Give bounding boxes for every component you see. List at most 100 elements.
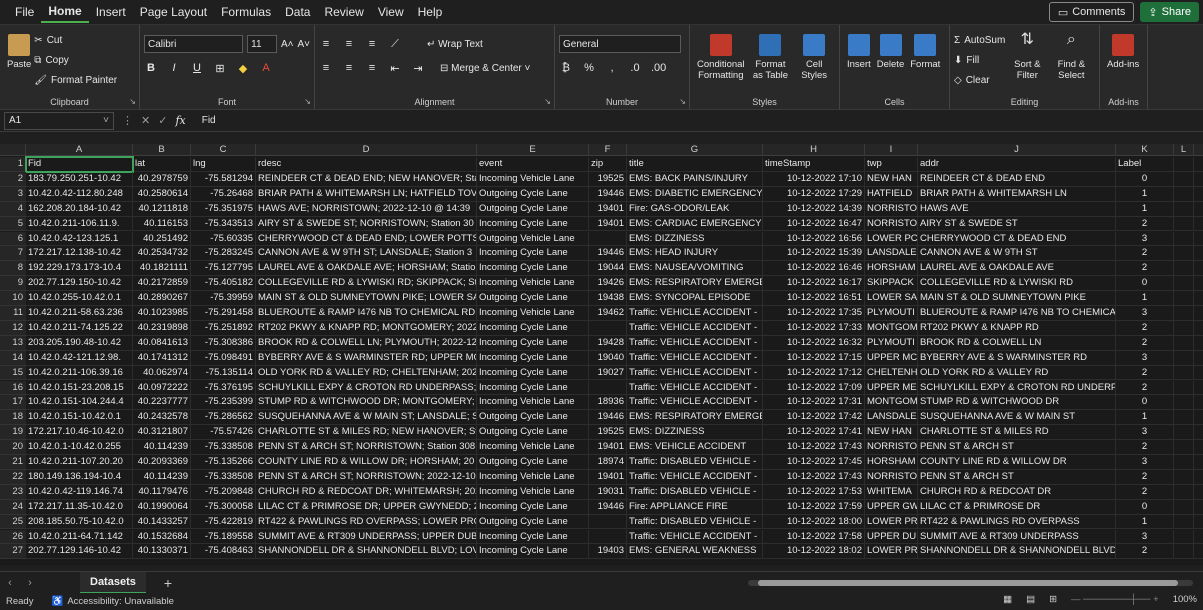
table-cell[interactable]: PENN ST & ARCH ST; NORRISTOWN; 2022-12-1… xyxy=(256,469,477,485)
spreadsheet-grid[interactable]: A B C D E F G H I J K L 1 Fid lat lng rdesc event zip title… xyxy=(0,144,1203,565)
table-cell[interactable]: 0 xyxy=(1116,171,1174,187)
table-cell[interactable]: BLUEROUTE & RAMP I476 NB TO CHEMICAL xyxy=(918,306,1116,321)
orientation-icon[interactable]: ⟋ xyxy=(388,38,402,51)
table-cell[interactable] xyxy=(589,380,627,396)
horizontal-scrollbar[interactable] xyxy=(748,580,1193,586)
table-cell[interactable]: 19403 xyxy=(589,544,627,560)
table-cell[interactable]: CHERRYWOOD CT & DEAD END; LOWER POTTS xyxy=(256,231,477,247)
menu-insert[interactable]: Insert xyxy=(89,0,133,24)
row-header[interactable]: 16 xyxy=(0,380,26,396)
scrollbar-thumb[interactable] xyxy=(758,580,1178,586)
table-cell[interactable]: 162.208.20.184-10.42 xyxy=(26,201,133,217)
table-cell[interactable]: REINDEER CT & DEAD END xyxy=(918,171,1116,187)
row-header[interactable]: 7 xyxy=(0,246,26,262)
table-cell[interactable]: PLYMOUTI xyxy=(865,335,918,351)
menu-file[interactable]: File xyxy=(8,0,41,24)
table-cell[interactable]: NORRISTO xyxy=(865,440,918,455)
clear-button[interactable]: ◇ Clear xyxy=(954,70,1005,90)
table-cell[interactable]: 19438 xyxy=(589,291,627,306)
decrease-decimal-icon[interactable]: .00 xyxy=(651,62,666,74)
table-cell[interactable] xyxy=(589,514,627,530)
table-cell[interactable]: UPPER GW xyxy=(865,499,918,515)
table-cell[interactable] xyxy=(1174,186,1194,202)
number-format-dropdown[interactable]: General xyxy=(559,35,681,53)
table-cell[interactable]: SUSQUEHANNA AVE & W MAIN ST; LANSDALE; S xyxy=(256,410,477,426)
table-cell[interactable]: 202.77.129.150-10.42 xyxy=(26,276,133,292)
table-cell[interactable]: Traffic: VEHICLE ACCIDENT - xyxy=(627,529,763,545)
table-cell[interactable]: Incoming Vehicle Lane xyxy=(477,395,589,411)
table-cell[interactable]: 10.42.0.1-10.42.0.255 xyxy=(26,440,133,455)
table-cell[interactable]: COLLEGEVILLE RD & LYWISKI RD xyxy=(918,276,1116,292)
comments-button[interactable]: ▭ Comments xyxy=(1048,2,1135,22)
column-header[interactable]: K xyxy=(1116,144,1174,156)
align-right-icon[interactable]: ≡ xyxy=(365,62,379,74)
table-cell[interactable]: 2 xyxy=(1116,484,1174,500)
fill-button[interactable]: ⬇ Fill xyxy=(954,50,1005,70)
table-cell[interactable]: 10-12-2022 16:47 xyxy=(763,216,865,232)
align-middle-icon[interactable]: ≡ xyxy=(342,38,356,50)
cell-styles-button[interactable]: Cell Styles xyxy=(796,28,832,81)
table-cell[interactable]: -75.405182 xyxy=(191,276,256,292)
table-cell[interactable]: 19040 xyxy=(589,350,627,366)
table-cell[interactable]: 2 xyxy=(1116,440,1174,455)
table-cell[interactable]: 40.251492 xyxy=(133,231,191,247)
table-cell[interactable]: -75.098491 xyxy=(191,350,256,366)
table-cell[interactable]: 1 xyxy=(1116,291,1174,306)
table-cell[interactable] xyxy=(1174,529,1194,545)
table-cell[interactable]: EMS: BACK PAINS/INJURY xyxy=(627,171,763,187)
column-header[interactable]: H xyxy=(763,144,865,156)
merge-center-button[interactable]: ⊟ Merge & Center ˅ xyxy=(440,63,530,74)
autosum-button[interactable]: Σ AutoSum xyxy=(954,30,1005,50)
table-cell[interactable]: 40.2319898 xyxy=(133,320,191,336)
row-header[interactable]: 23 xyxy=(0,484,26,500)
table-cell[interactable]: BRIAR PATH & WHITEMARSH LN xyxy=(918,186,1116,202)
table-cell[interactable]: EMS: GENERAL WEAKNESS xyxy=(627,544,763,560)
align-top-icon[interactable]: ≡ xyxy=(319,38,333,50)
column-header[interactable]: C xyxy=(191,144,256,156)
table-cell[interactable]: Outgoing Cycle Lane xyxy=(477,291,589,306)
table-cell[interactable]: EMS: RESPIRATORY EMERGE xyxy=(627,276,763,292)
table-cell[interactable]: 2 xyxy=(1116,320,1174,336)
row-header[interactable]: 9 xyxy=(0,276,26,292)
table-cell[interactable]: Outgoing Cycle Lane xyxy=(477,425,589,441)
table-cell[interactable]: 10.42.0.42-112.80.248 xyxy=(26,186,133,202)
dialog-launcher-icon[interactable]: ↘ xyxy=(679,97,686,106)
table-cell[interactable]: 1 xyxy=(1116,186,1174,202)
row-header[interactable]: 13 xyxy=(0,335,26,351)
table-cell[interactable]: BRIAR PATH & WHITEMARSH LN; HATFIELD TOV xyxy=(256,186,477,202)
table-cell[interactable]: 40.1179476 xyxy=(133,484,191,500)
table-cell[interactable]: 10-12-2022 15:39 xyxy=(763,246,865,262)
table-cell[interactable]: Outgoing Cycle Lane xyxy=(477,186,589,202)
table-cell[interactable]: -75.26468 xyxy=(191,186,256,202)
table-cell[interactable] xyxy=(1174,455,1194,470)
table-cell[interactable]: Label xyxy=(1116,157,1174,172)
table-cell[interactable] xyxy=(1174,484,1194,500)
table-cell[interactable]: LILAC CT & PRIMROSE DR xyxy=(918,499,1116,515)
table-cell[interactable]: -75.135114 xyxy=(191,365,256,381)
add-sheet-icon[interactable]: + xyxy=(164,575,172,591)
table-cell[interactable] xyxy=(1174,395,1194,411)
table-cell[interactable]: 10-12-2022 17:09 xyxy=(763,380,865,396)
format-painter-button[interactable]: 🖌 Format Painter xyxy=(34,70,117,90)
row-header[interactable]: 25 xyxy=(0,514,26,530)
table-cell[interactable]: SUMMIT AVE & RT309 UNDERPASS; UPPER DUB xyxy=(256,529,477,545)
table-cell[interactable]: HORSHAM xyxy=(865,261,918,277)
increase-decimal-icon[interactable]: .0 xyxy=(628,62,642,74)
table-cell[interactable]: 192.229.173.173-10.4 xyxy=(26,261,133,277)
paste-button[interactable]: Paste xyxy=(7,28,31,90)
table-cell[interactable]: 40.2580614 xyxy=(133,186,191,202)
row-header[interactable]: 26 xyxy=(0,529,26,545)
table-cell[interactable]: Traffic: VEHICLE ACCIDENT - xyxy=(627,335,763,351)
row-header[interactable]: 8 xyxy=(0,261,26,277)
table-cell[interactable]: MAIN ST & OLD SUMNEYTOWN PIKE; LOWER SA xyxy=(256,291,477,306)
row-header[interactable]: 17 xyxy=(0,395,26,411)
table-cell[interactable]: RT202 PKWY & KNAPP RD; MONTGOMERY; 2022 xyxy=(256,320,477,336)
table-cell[interactable]: HAWS AVE; NORRISTOWN; 2022-12-10 @ 14:39 xyxy=(256,201,477,217)
table-cell[interactable]: SKIPPACK xyxy=(865,276,918,292)
format-cells-button[interactable]: Format xyxy=(910,28,940,70)
table-cell[interactable]: 3 xyxy=(1116,306,1174,321)
table-cell[interactable]: -75.39959 xyxy=(191,291,256,306)
row-header[interactable]: 24 xyxy=(0,499,26,515)
table-cell[interactable]: UPPER MC xyxy=(865,350,918,366)
table-cell[interactable] xyxy=(1174,544,1194,560)
